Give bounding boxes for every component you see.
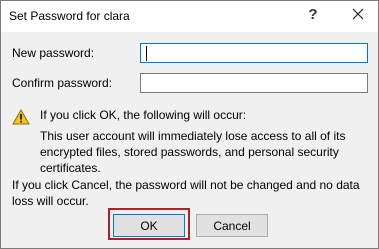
help-icon: ? xyxy=(308,5,318,23)
text-caret xyxy=(146,46,147,61)
close-button[interactable] xyxy=(341,1,375,27)
cancel-note: If you click Cancel, the password will n… xyxy=(12,178,360,208)
dialog-title: Set Password for clara xyxy=(9,9,130,23)
cancel-button[interactable]: Cancel xyxy=(196,214,268,237)
title-bar: Set Password for clara ? xyxy=(1,1,378,32)
warning-icon xyxy=(12,109,30,125)
confirm-password-field[interactable] xyxy=(140,73,368,93)
set-password-dialog: Set Password for clara ? New password: C… xyxy=(0,0,379,249)
confirm-password-label: Confirm password: xyxy=(12,76,113,90)
new-password-field[interactable] xyxy=(140,43,368,63)
ok-button[interactable]: OK xyxy=(113,214,185,237)
new-password-label: New password: xyxy=(12,46,95,60)
close-icon xyxy=(352,8,364,20)
help-button[interactable]: ? xyxy=(301,1,325,27)
warning-heading: If you click OK, the following will occu… xyxy=(40,108,247,122)
warning-body: This user account will immediately lose … xyxy=(40,129,346,175)
